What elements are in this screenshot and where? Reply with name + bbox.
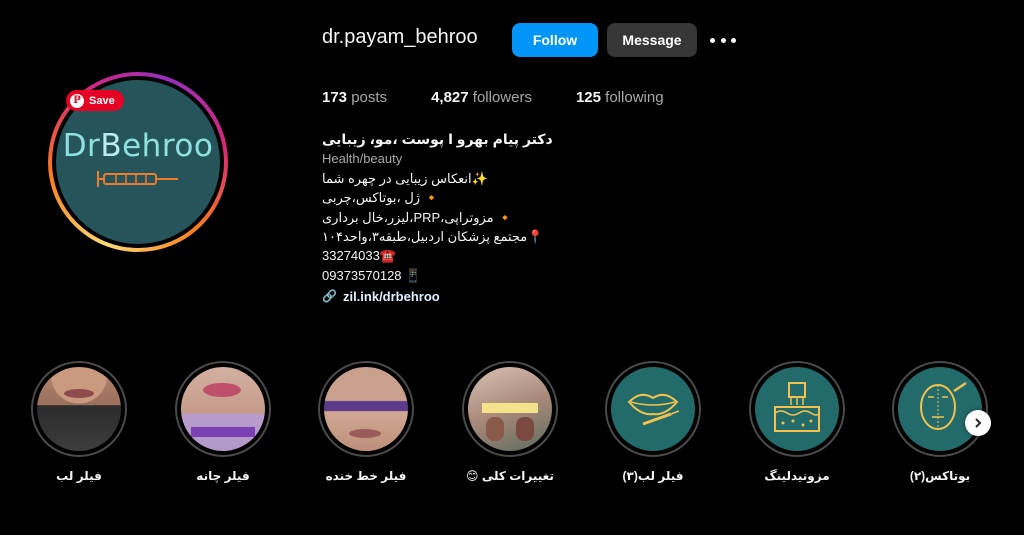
avatar-logo-text: DrBehroo [62,128,214,164]
pinterest-icon: P [70,93,84,108]
highlight-cover-image [324,367,408,451]
link-chain-icon: 🔗 [322,289,337,304]
profile-full-name: دکتر پیام بهرو ا پوست ،مو، زیبایی [322,131,553,147]
following-stat[interactable]: 125 following [576,89,664,106]
posts-label: posts [351,89,388,106]
bio-link[interactable]: 🔗 zil.ink/drbehroo [322,287,602,306]
highlight-ring [749,361,845,457]
highlight-ring [31,361,127,457]
posts-count: 173 [322,89,348,106]
highlight-label: مزونیدلینگ [764,469,830,483]
highlight-label: فیلر خط خنده [325,469,407,483]
highlight-item[interactable]: فیلر لب [31,361,127,483]
profile-category: Health/beauty [322,151,403,167]
bio-phone-line: 33274033☎️ [322,248,397,264]
highlight-ring [892,361,988,457]
profile-stats: 173 posts 4,827 followers 125 following [322,89,708,106]
profile-bio: دکتر پیام بهرو ا پوست ،مو، زیبایی Health… [322,130,602,307]
bio-link-text: zil.ink/drbehroo [342,289,440,305]
followers-label: followers [472,89,532,106]
profile-username: dr.payam_behroo [322,26,478,48]
highlight-ring [462,361,558,457]
highlight-item[interactable]: تغییرات کلی 😊 [462,361,558,483]
highlight-ring [175,361,271,457]
highlight-item[interactable]: مزونیدلینگ [749,361,845,483]
pinterest-save-button[interactable]: P Save [66,90,124,111]
chevron-right-icon[interactable] [965,410,991,436]
highlight-cover-image [37,367,121,451]
highlight-cover-image [611,367,695,451]
posts-stat: 173 posts [322,89,387,106]
following-label: following [605,89,664,106]
bio-line: 📍مجتمع پزشکان اردبیل،طبقه۳،واحد۱۰۴ [322,229,544,245]
highlight-cover-image [468,367,552,451]
bio-mobile-line: 09373570128 📱 [322,267,422,283]
highlight-label: فیلر لب(۳) [622,469,684,483]
highlight-cover-image [898,367,982,451]
more-dots-icon[interactable] [710,31,736,49]
lips-syringe-icon [627,393,680,426]
bio-line: 🔸 ژل ،بوتاکس،چربی [322,190,440,206]
highlight-label: فیلر لب [56,469,102,483]
highlight-label: تغییرات کلی 😊 [466,469,554,483]
cover-caption-strip [191,427,255,437]
highlight-item[interactable]: فیلر چانه [175,361,271,483]
bio-line: 🔸 مزوتراپی،PRP،لیزر،خال برداری [322,209,514,225]
highlight-item[interactable]: فیلر لب(۳) [605,361,701,483]
highlight-label: فیلر چانه [196,469,250,483]
bio-line: ✨انعکاس زیبایی در چهره شما [322,170,488,186]
following-count: 125 [575,89,601,106]
highlight-ring [605,361,701,457]
save-label: Save [89,94,115,107]
highlight-cover-image [181,367,265,451]
microneedling-icon [774,382,820,432]
highlight-label: بوتاکس(۲) [909,469,971,483]
cover-caption-strip [482,403,538,413]
highlight-item[interactable]: فیلر خط خنده [318,361,414,483]
highlight-ring [318,361,414,457]
highlight-cover-image [755,367,839,451]
syringe-icon [97,171,178,187]
followers-count: 4,827 [431,89,469,106]
face-botox-icon [920,381,967,430]
followers-stat[interactable]: 4,827 followers [431,89,532,106]
message-button[interactable]: Message [607,23,697,57]
follow-button[interactable]: Follow [512,23,598,57]
